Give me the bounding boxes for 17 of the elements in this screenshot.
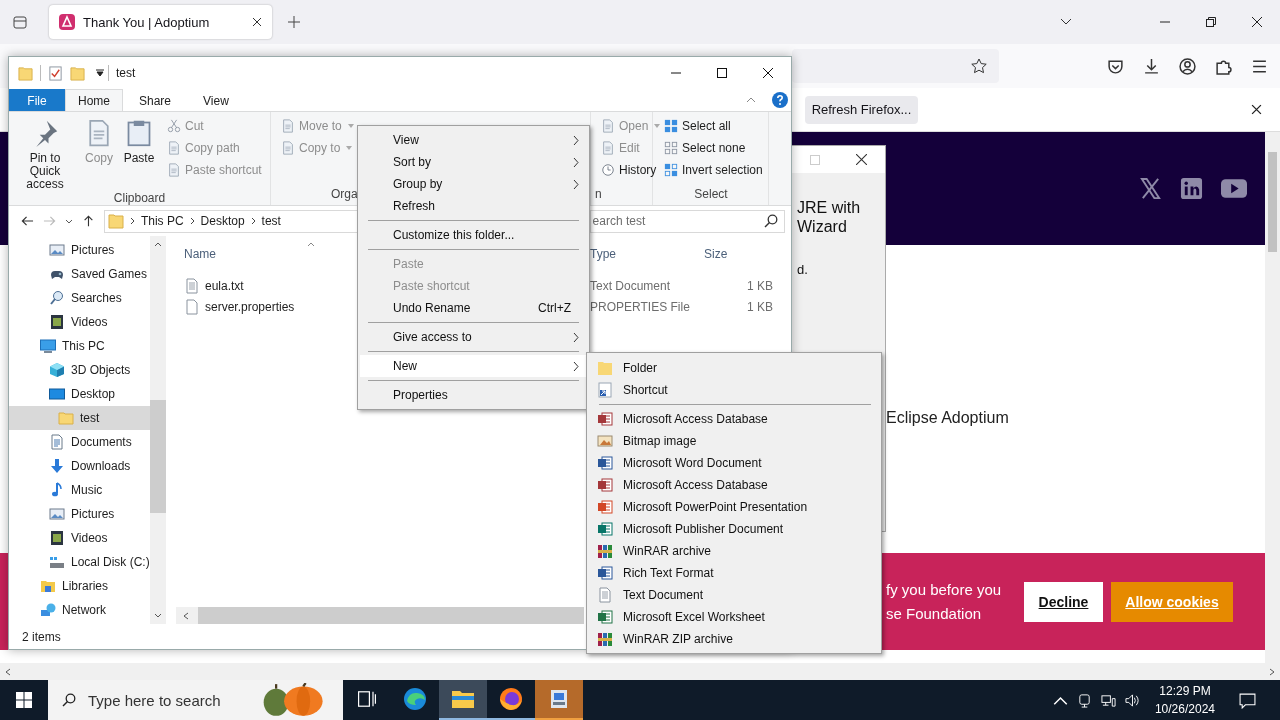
file-type: PROPERTIES File [589, 299, 691, 314]
banner-text: fy you before you [886, 579, 1003, 600]
dialog-heading: JRE with [797, 198, 862, 217]
shortcut-text: Ctrl+Z [538, 301, 571, 315]
dialog-heading: Wizard [797, 217, 848, 236]
banner-text: se Foundation [886, 603, 983, 624]
dialog-text: d. [797, 262, 809, 277]
group-label: Select [693, 187, 729, 201]
status-text: 2 items [22, 629, 61, 644]
page-text: Eclipse Adoptium [886, 409, 1009, 426]
window-title: test [116, 66, 136, 80]
group-label: Clipboard [112, 191, 167, 205]
file-type: Text Document [589, 278, 672, 293]
file-size: 1 KB [746, 278, 773, 293]
group-label: Orga [330, 187, 359, 201]
file-size: 1 KB [746, 299, 773, 314]
group-label: n [595, 187, 603, 201]
